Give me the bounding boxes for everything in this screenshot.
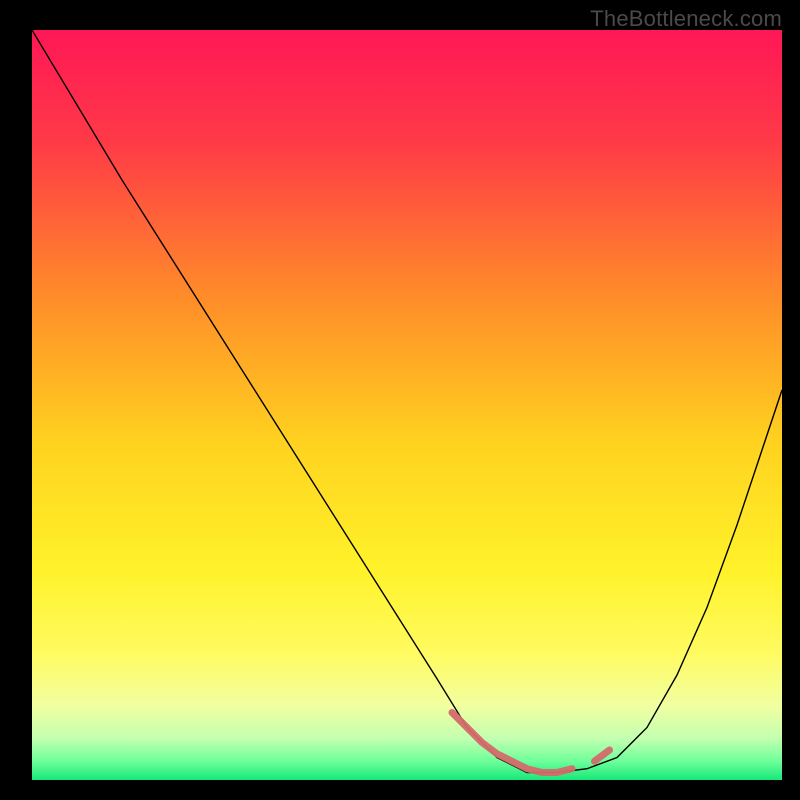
watermark-text: TheBottleneck.com [590, 6, 782, 32]
bottleneck-chart [32, 30, 782, 780]
gradient-background [32, 30, 782, 780]
plot-area [32, 30, 782, 780]
chart-frame: TheBottleneck.com [0, 0, 800, 800]
